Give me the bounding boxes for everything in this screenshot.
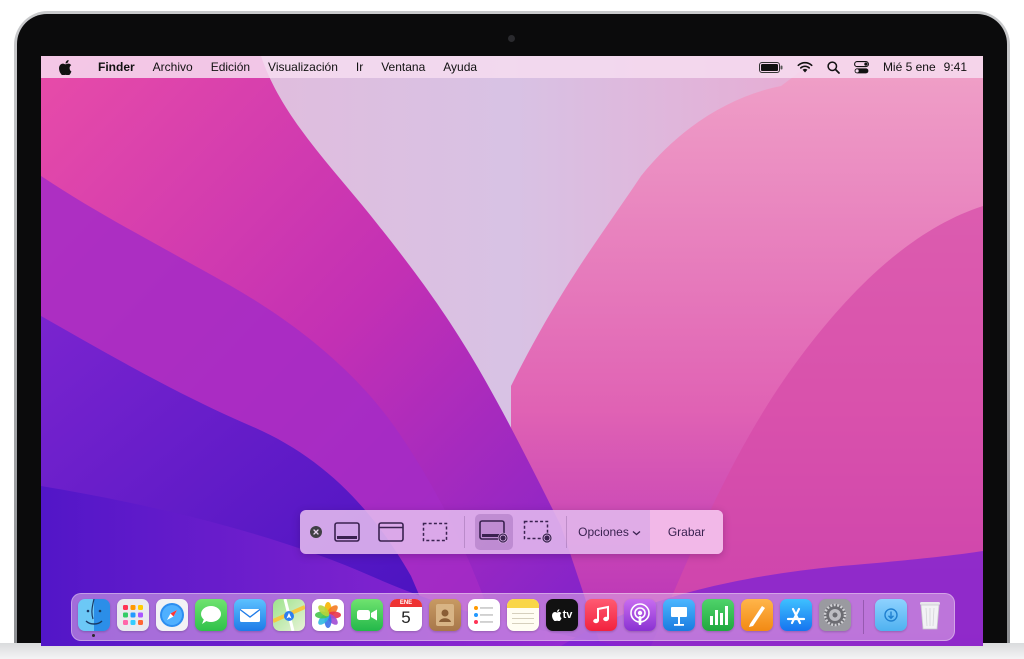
clock-date: Mié 5 ene (882, 60, 936, 74)
menu-ir[interactable]: Ir (347, 56, 372, 78)
menu-app-name[interactable]: Finder (89, 56, 144, 78)
contacts-icon[interactable] (429, 599, 461, 631)
messages-icon[interactable] (195, 599, 227, 631)
keynote-icon[interactable] (663, 599, 695, 631)
options-menu-button[interactable]: Opciones (569, 510, 650, 554)
capture-selection-icon[interactable] (418, 510, 452, 554)
calendar-month: ENE (390, 599, 422, 607)
menu-visualizacion[interactable]: Visualización (259, 56, 347, 78)
toolbar-divider (464, 516, 465, 548)
record-selection-icon[interactable] (521, 510, 555, 554)
clock-time: 9:41 (943, 60, 967, 74)
maps-icon[interactable] (273, 599, 305, 631)
capture-window-icon[interactable] (374, 510, 408, 554)
wifi-icon[interactable] (797, 61, 813, 73)
menu-ventana[interactable]: Ventana (372, 56, 434, 78)
menu-edicion[interactable]: Edición (202, 56, 259, 78)
mail-icon[interactable] (234, 599, 266, 631)
safari-icon[interactable] (156, 599, 188, 631)
apple-icon[interactable] (58, 59, 72, 75)
launchpad-icon[interactable] (117, 599, 149, 631)
dock-divider (863, 600, 864, 634)
chevron-down-icon (632, 531, 641, 536)
notes-icon[interactable] (507, 599, 539, 631)
music-icon[interactable] (585, 599, 617, 631)
finder-icon[interactable] (78, 599, 110, 631)
menu-ayuda[interactable]: Ayuda (434, 56, 486, 78)
calendar-day: 5 (401, 608, 411, 627)
photos-icon[interactable] (312, 599, 344, 631)
record-entire-screen-icon[interactable] (477, 510, 511, 554)
toolbar-divider (566, 516, 567, 548)
tv-label: tv (562, 609, 573, 621)
downloads-folder-icon[interactable] (875, 599, 907, 631)
podcasts-icon[interactable] (624, 599, 656, 631)
pages-icon[interactable] (741, 599, 773, 631)
menu-archivo[interactable]: Archivo (144, 56, 202, 78)
close-icon[interactable] (310, 526, 322, 538)
screen: Finder Archivo Edición Visualización Ir … (41, 56, 983, 646)
control-center-icon[interactable] (853, 60, 869, 74)
calendar-icon[interactable]: ENE 5 (390, 599, 422, 631)
wallpaper (41, 56, 983, 646)
screenshot-toolbar: Opciones Grabar (300, 510, 723, 554)
battery-icon[interactable] (758, 61, 783, 73)
dock: ENE 5 tv (71, 593, 955, 641)
options-label: Opciones (578, 525, 629, 539)
search-icon[interactable] (827, 60, 840, 74)
record-button[interactable]: Grabar (650, 510, 723, 554)
trash-icon[interactable] (914, 599, 946, 631)
running-indicator (92, 634, 95, 637)
reminders-icon[interactable] (468, 599, 500, 631)
app-store-icon[interactable] (780, 599, 812, 631)
facetime-icon[interactable] (351, 599, 383, 631)
tv-icon[interactable]: tv (546, 599, 578, 631)
capture-entire-screen-icon[interactable] (330, 510, 364, 554)
camera (508, 35, 515, 42)
numbers-icon[interactable] (702, 599, 734, 631)
system-preferences-icon[interactable] (819, 599, 851, 631)
menu-bar: Finder Archivo Edición Visualización Ir … (41, 56, 983, 78)
menubar-clock[interactable]: Mié 5 ene 9:41 (883, 60, 967, 74)
